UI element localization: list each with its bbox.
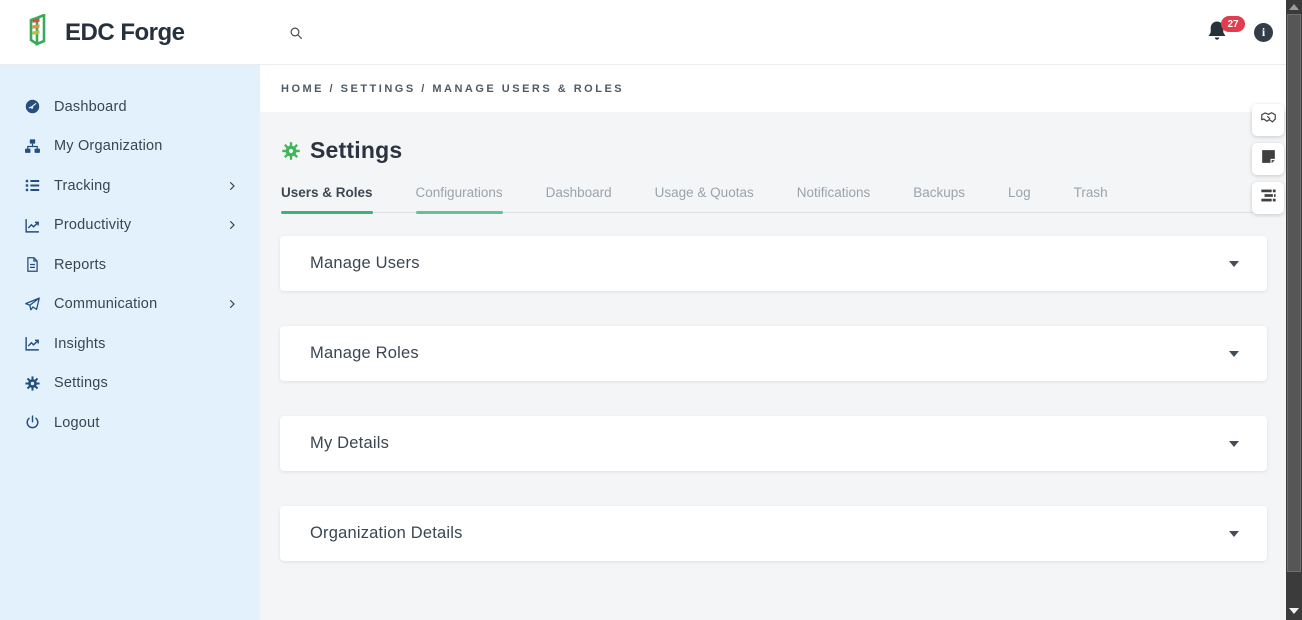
accordion-my-details[interactable]: My Details (280, 416, 1267, 471)
sidebar-item-settings[interactable]: Settings (0, 364, 260, 404)
sidebar-item-label: Dashboard (54, 99, 127, 115)
sidebar-item-label: Communication (54, 296, 157, 312)
sticky-note-icon (1259, 147, 1278, 171)
chart-line-icon (24, 217, 41, 234)
sidebar-item-label: Tracking (54, 178, 111, 194)
accordion-list: Manage Users Manage Roles My Details Org… (260, 213, 1286, 561)
sidebar-item-label: Reports (54, 257, 106, 273)
accordion-manage-roles[interactable]: Manage Roles (280, 326, 1267, 381)
accordion-organization-details[interactable]: Organization Details (280, 506, 1267, 561)
bell-icon (1205, 31, 1229, 48)
tab-usage-quotas[interactable]: Usage & Quotas (655, 185, 754, 212)
sidebar-item-communication[interactable]: Communication (0, 285, 260, 325)
caret-down-icon (1229, 441, 1239, 447)
tab-configurations[interactable]: Configurations (416, 185, 503, 212)
accordion-title: Manage Roles (310, 344, 419, 363)
paper-plane-icon (24, 296, 41, 313)
sidebar-item-label: Insights (54, 336, 106, 352)
accordion-title: Organization Details (310, 524, 463, 543)
tab-dashboard[interactable]: Dashboard (546, 185, 612, 212)
sidebar-item-my-organization[interactable]: My Organization (0, 127, 260, 167)
settings-tabs: Users & Roles Configurations Dashboard U… (281, 185, 1267, 213)
handshake-icon (1259, 108, 1278, 132)
caret-down-icon (1229, 531, 1239, 537)
sidebar-item-label: Productivity (54, 217, 131, 233)
chevron-right-icon (226, 298, 238, 310)
chevron-right-icon (226, 219, 238, 231)
sidebar-nav: Dashboard My Organization Tracking (0, 65, 260, 620)
sidebar-item-label: Logout (54, 415, 100, 431)
search-icon[interactable] (284, 21, 308, 45)
gauge-icon (24, 98, 41, 115)
chevron-right-icon (226, 180, 238, 192)
sidebar-item-dashboard[interactable]: Dashboard (0, 87, 260, 127)
vertical-scrollbar[interactable] (1286, 0, 1302, 620)
tab-log[interactable]: Log (1008, 185, 1031, 212)
caret-down-icon (1229, 351, 1239, 357)
floating-toolbar (1252, 104, 1284, 221)
sidebar-item-label: Settings (54, 375, 108, 391)
sidebar-item-insights[interactable]: Insights (0, 324, 260, 364)
logo-text: EDC Forge (65, 19, 185, 47)
tab-users-roles[interactable]: Users & Roles (281, 185, 373, 212)
settings-gear-icon (281, 141, 301, 161)
accordion-manage-users[interactable]: Manage Users (280, 236, 1267, 291)
scrollbar-thumb[interactable] (1287, 14, 1301, 572)
tab-notifications[interactable]: Notifications (797, 185, 871, 212)
tab-trash[interactable]: Trash (1074, 185, 1108, 212)
gear-icon (24, 375, 41, 392)
info-icon[interactable]: i (1254, 23, 1273, 42)
app-screen: EDC Forge 27 i Das (0, 0, 1302, 620)
tab-backups[interactable]: Backups (913, 185, 965, 212)
caret-down-icon (1229, 261, 1239, 267)
scroll-down-arrow-icon[interactable] (1289, 608, 1299, 614)
scroll-up-arrow-icon[interactable] (1289, 4, 1299, 10)
page-title: Settings (310, 137, 402, 164)
accordion-title: Manage Users (310, 254, 420, 273)
power-icon (24, 414, 41, 431)
top-bar: EDC Forge 27 i (0, 0, 1286, 65)
feedback-button[interactable] (1252, 104, 1284, 136)
notifications-button[interactable]: 27 (1205, 18, 1245, 52)
chart-line-icon (24, 335, 41, 352)
task-list-icon (24, 177, 41, 194)
notes-button[interactable] (1252, 143, 1284, 175)
main-content: HOME / SETTINGS / MANAGE USERS & ROLES S… (260, 65, 1286, 620)
breadcrumb[interactable]: HOME / SETTINGS / MANAGE USERS & ROLES (281, 83, 624, 95)
logo-book-icon (28, 14, 58, 51)
sidebar-item-reports[interactable]: Reports (0, 245, 260, 285)
sidebar-item-productivity[interactable]: Productivity (0, 206, 260, 246)
sidebar-item-tracking[interactable]: Tracking (0, 166, 260, 206)
document-icon (24, 256, 41, 273)
notification-badge: 27 (1221, 16, 1245, 32)
log-stack-icon (1259, 186, 1278, 210)
sidebar-item-label: My Organization (54, 138, 163, 154)
sitemap-icon (24, 138, 41, 155)
activity-log-button[interactable] (1252, 182, 1284, 214)
sidebar-item-logout[interactable]: Logout (0, 403, 260, 443)
app-logo[interactable]: EDC Forge (28, 14, 185, 51)
accordion-title: My Details (310, 434, 389, 453)
breadcrumb-bar: HOME / SETTINGS / MANAGE USERS & ROLES (260, 65, 1286, 112)
page-title-row: Settings (260, 112, 1286, 164)
